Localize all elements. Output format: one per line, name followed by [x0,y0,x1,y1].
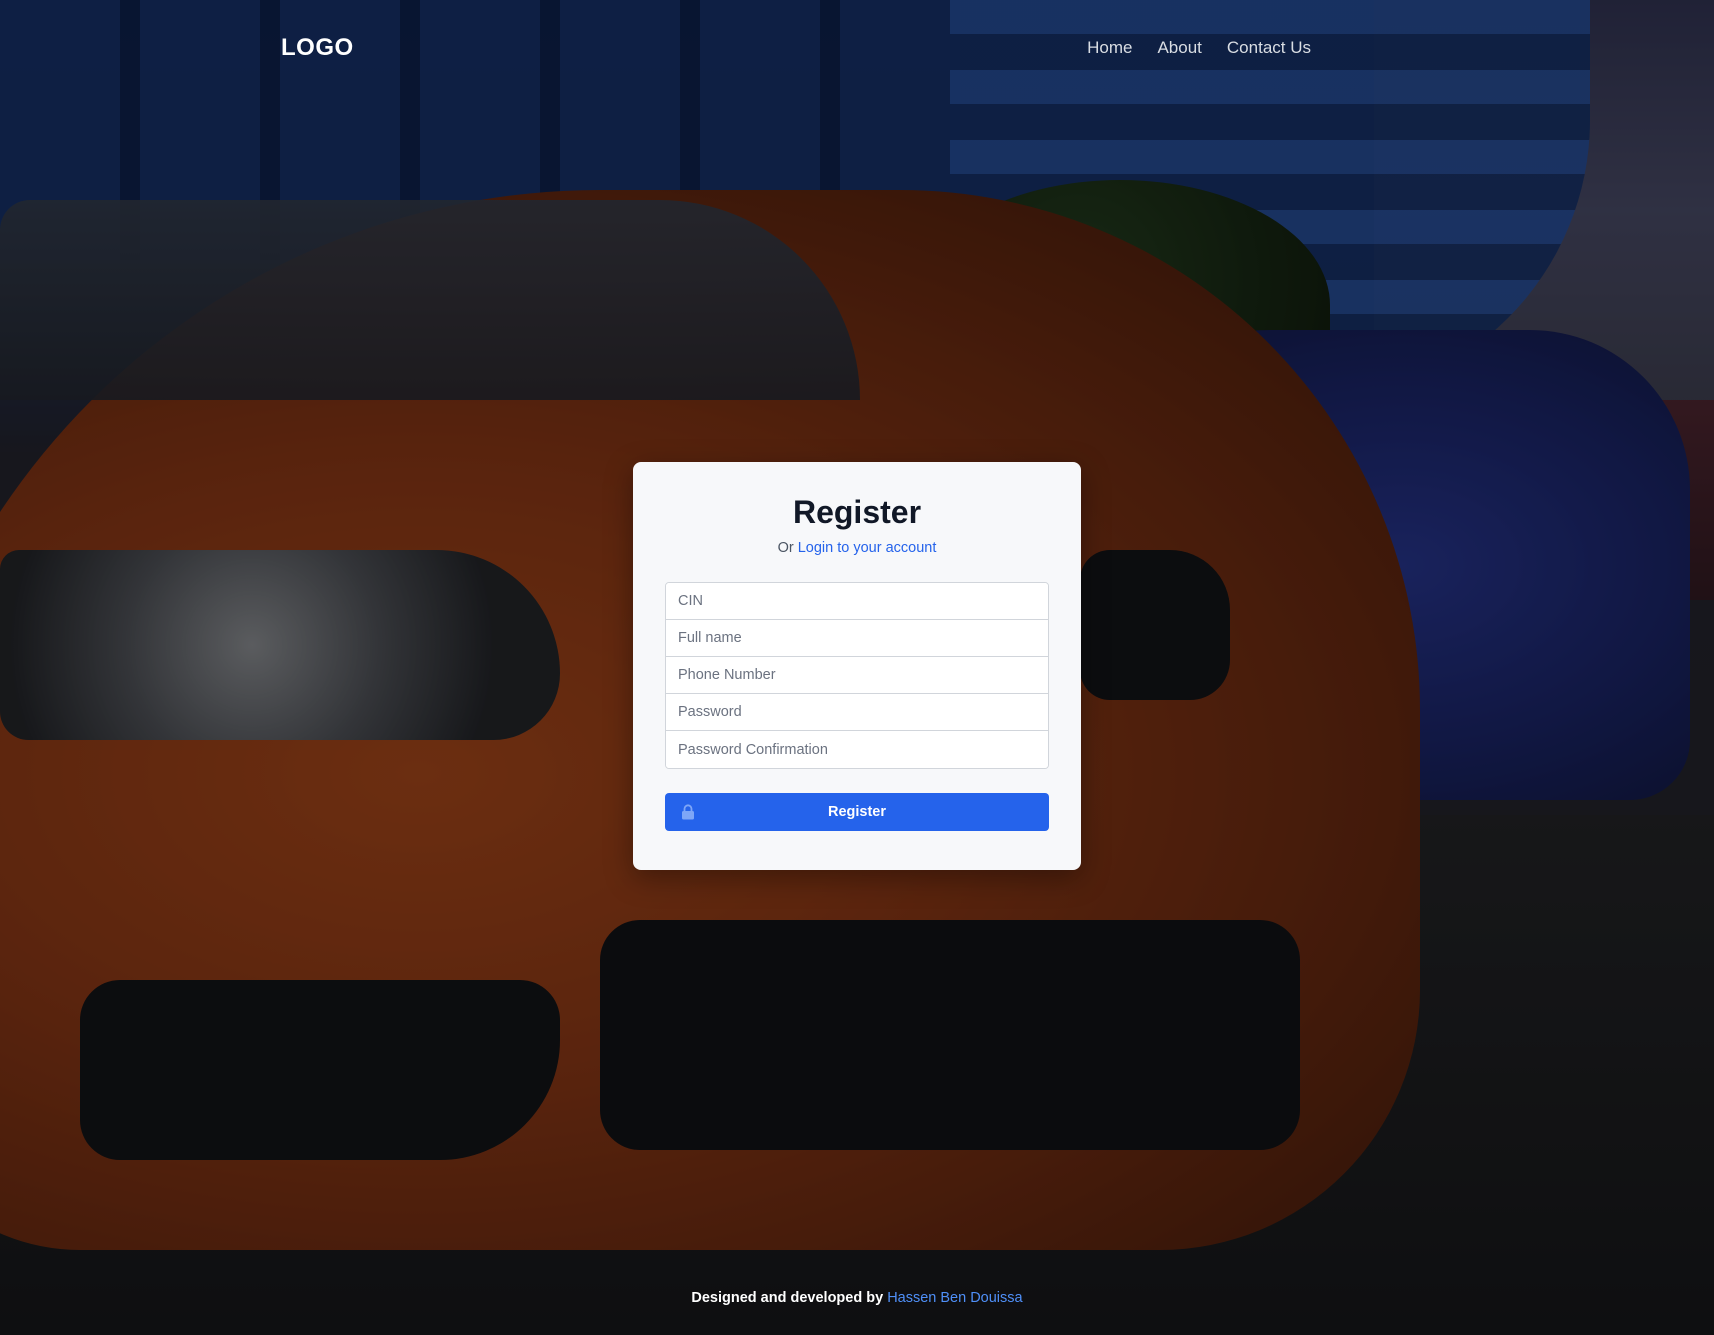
footer: Designed and developed by Hassen Ben Dou… [0,1290,1714,1306]
register-button[interactable]: Register [665,793,1049,831]
login-prompt-prefix: Or [777,540,794,556]
phone-number-input[interactable] [666,657,1048,694]
cin-input[interactable] [666,583,1048,620]
input-group [665,582,1049,769]
password-input[interactable] [666,694,1048,731]
login-prompt: Or Login to your account [665,540,1049,556]
footer-author-link[interactable]: Hassen Ben Douissa [887,1290,1022,1306]
nav-link-contact-us[interactable]: Contact Us [1227,38,1311,58]
login-link[interactable]: Login to your account [798,540,937,556]
footer-text: Designed and developed by [691,1290,884,1306]
register-card: Register Or Login to your account Regist… [633,462,1081,870]
page-title: Register [792,494,922,530]
register-button-label: Register [827,804,887,820]
password-confirmation-input[interactable] [666,731,1048,768]
nav-link-about[interactable]: About [1157,38,1201,58]
nav-links: Home About Contact Us [1087,38,1311,58]
full-name-input[interactable] [666,620,1048,657]
lock-icon [682,804,694,820]
navbar: LOGO Home About Contact Us [0,0,1714,96]
register-form: Register [665,582,1049,831]
logo[interactable]: LOGO [281,34,354,62]
nav-link-home[interactable]: Home [1087,38,1132,58]
